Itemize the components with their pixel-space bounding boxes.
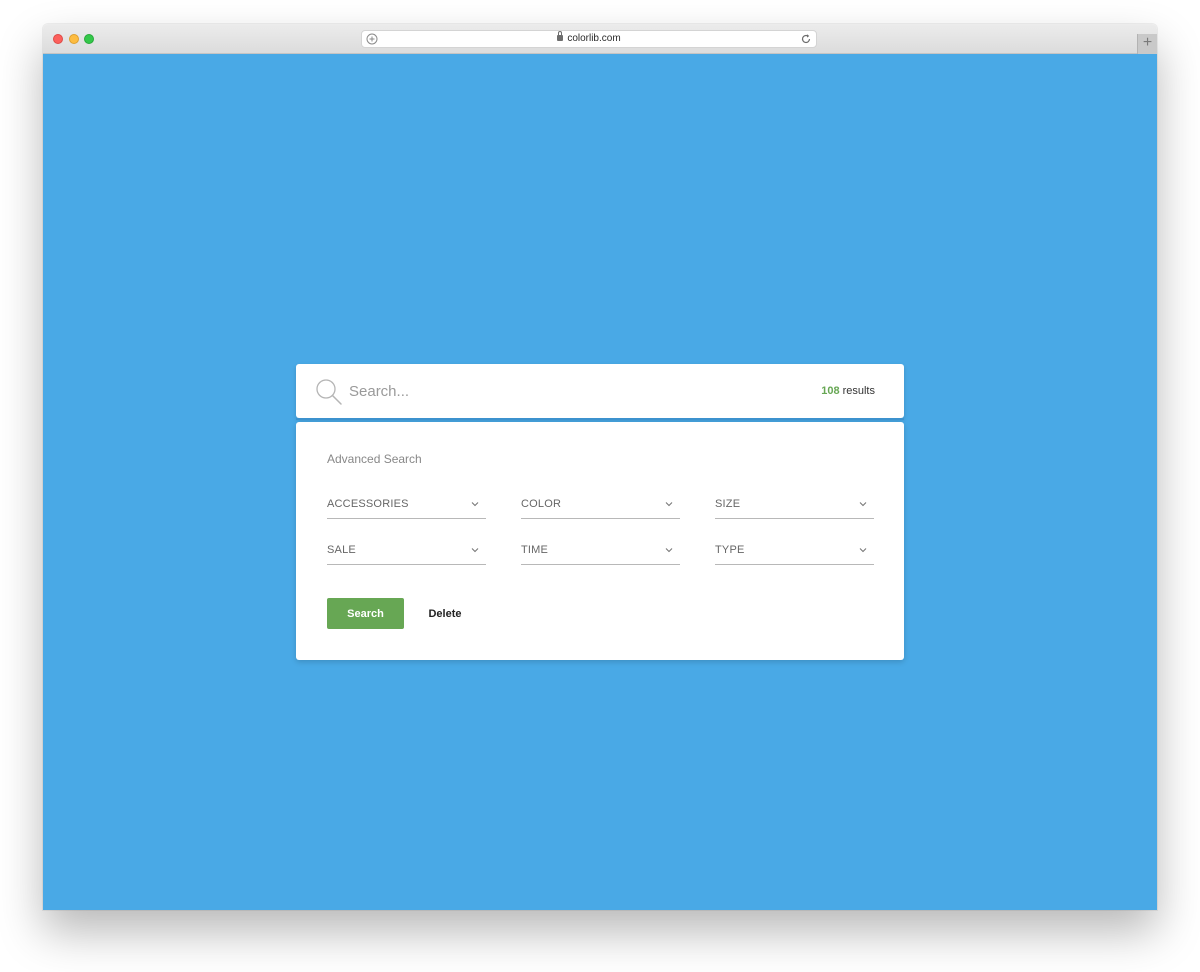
filter-accessories-select[interactable]: ACCESSORIES [327,495,486,519]
delete-button[interactable]: Delete [418,598,472,629]
filter-time-select[interactable]: TIME [521,541,680,565]
chevron-down-icon [471,548,479,553]
address-bar[interactable]: colorlib.com [361,30,817,48]
new-tab-button[interactable]: + [1137,34,1157,54]
minimize-window-icon[interactable] [69,34,79,44]
filter-size-select[interactable]: SIZE [715,495,874,519]
search-icon [316,379,342,405]
lock-icon [557,31,564,41]
advanced-search-title: Advanced Search [327,452,422,466]
filter-type-select[interactable]: TYPE [715,541,874,565]
filter-sale-select[interactable]: SALE [327,541,486,565]
filter-label: SIZE [715,498,741,510]
results-count: 108 [821,385,840,397]
filter-color-select[interactable]: COLOR [521,495,680,519]
filter-label: SALE [327,544,356,556]
search-button[interactable]: Search [327,598,404,629]
advanced-search-panel: Advanced Search ACCESSORIES COLOR SIZE S… [296,422,904,660]
maximize-window-icon[interactable] [84,34,94,44]
filter-label: ACCESSORIES [327,498,409,510]
results-counter: 108 results [821,384,875,398]
results-label: results [842,385,875,397]
page-viewport: 108results Advanced Search ACCESSORIES C… [43,54,1157,910]
url-text: colorlib.com [567,33,621,44]
chevron-down-icon [665,548,673,553]
chevron-down-icon [471,502,479,507]
chevron-down-icon [665,502,673,507]
filter-label: TYPE [715,544,745,556]
close-window-icon[interactable] [53,34,63,44]
search-bar-underline [296,418,904,420]
reload-icon[interactable] [800,33,812,45]
chevron-down-icon [859,548,867,553]
filter-label: COLOR [521,498,562,510]
filter-label: TIME [521,544,549,556]
chevron-down-icon [859,502,867,507]
search-bar: 108results [296,364,904,420]
search-input[interactable] [349,376,749,406]
browser-titlebar: colorlib.com + [43,24,1157,54]
address-url: colorlib.com [362,31,816,45]
browser-window: colorlib.com + 108results Advanced Searc… [43,24,1157,910]
